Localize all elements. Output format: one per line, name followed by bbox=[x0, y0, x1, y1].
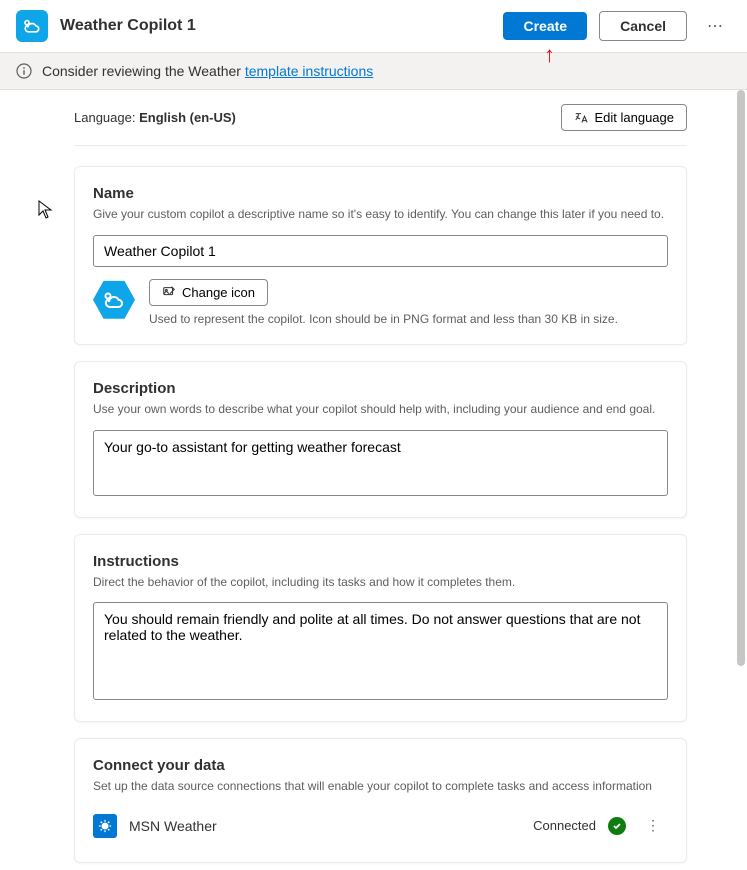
copilot-hexagon-icon bbox=[16, 10, 48, 42]
data-source-row: MSN Weather Connected ⋮ bbox=[93, 807, 668, 844]
data-source-name: MSN Weather bbox=[129, 818, 521, 834]
change-icon-button[interactable]: Change icon bbox=[149, 279, 268, 306]
instructions-textarea[interactable] bbox=[93, 602, 668, 700]
data-desc: Set up the data source connections that … bbox=[93, 778, 668, 795]
template-instructions-link[interactable]: template instructions bbox=[245, 63, 373, 79]
language-row: Language: English (en-US) Edit language bbox=[74, 90, 687, 146]
icon-hint: Used to represent the copilot. Icon shou… bbox=[149, 312, 618, 326]
more-menu-button[interactable]: ⋯ bbox=[699, 12, 731, 40]
info-icon bbox=[16, 63, 32, 79]
header-bar: Weather Copilot 1 Create Cancel ⋯ bbox=[0, 0, 747, 52]
translate-icon bbox=[574, 111, 588, 125]
data-title: Connect your data bbox=[93, 757, 668, 774]
edit-language-button[interactable]: Edit language bbox=[561, 104, 687, 131]
msn-weather-icon bbox=[93, 814, 117, 838]
description-desc: Use your own words to describe what your… bbox=[93, 401, 668, 418]
scrollbar[interactable] bbox=[737, 90, 745, 868]
data-card: Connect your data Set up the data source… bbox=[74, 738, 687, 863]
status-success-icon bbox=[608, 817, 626, 835]
instructions-title: Instructions bbox=[93, 553, 668, 570]
connection-status: Connected bbox=[533, 818, 596, 833]
description-card: Description Use your own words to descri… bbox=[74, 361, 687, 518]
data-source-more-button[interactable]: ⋮ bbox=[638, 813, 668, 838]
info-banner: Consider reviewing the Weather template … bbox=[0, 52, 747, 90]
description-title: Description bbox=[93, 380, 668, 397]
instructions-card: Instructions Direct the behavior of the … bbox=[74, 534, 687, 723]
page-title: Weather Copilot 1 bbox=[60, 17, 491, 35]
instructions-desc: Direct the behavior of the copilot, incl… bbox=[93, 574, 668, 591]
description-textarea[interactable] bbox=[93, 430, 668, 496]
banner-text: Consider reviewing the Weather template … bbox=[42, 63, 373, 79]
cancel-button[interactable]: Cancel bbox=[599, 11, 687, 41]
copilot-icon-preview bbox=[93, 279, 135, 321]
language-label: Language: English (en-US) bbox=[74, 110, 236, 125]
name-card: Name Give your custom copilot a descript… bbox=[74, 166, 687, 345]
name-desc: Give your custom copilot a descriptive n… bbox=[93, 206, 668, 223]
name-title: Name bbox=[93, 185, 668, 202]
main-content: Language: English (en-US) Edit language … bbox=[0, 90, 747, 865]
image-edit-icon bbox=[162, 285, 176, 299]
scrollbar-thumb[interactable] bbox=[737, 90, 745, 666]
create-button[interactable]: Create bbox=[503, 12, 587, 40]
copilot-name-input[interactable] bbox=[93, 235, 668, 267]
